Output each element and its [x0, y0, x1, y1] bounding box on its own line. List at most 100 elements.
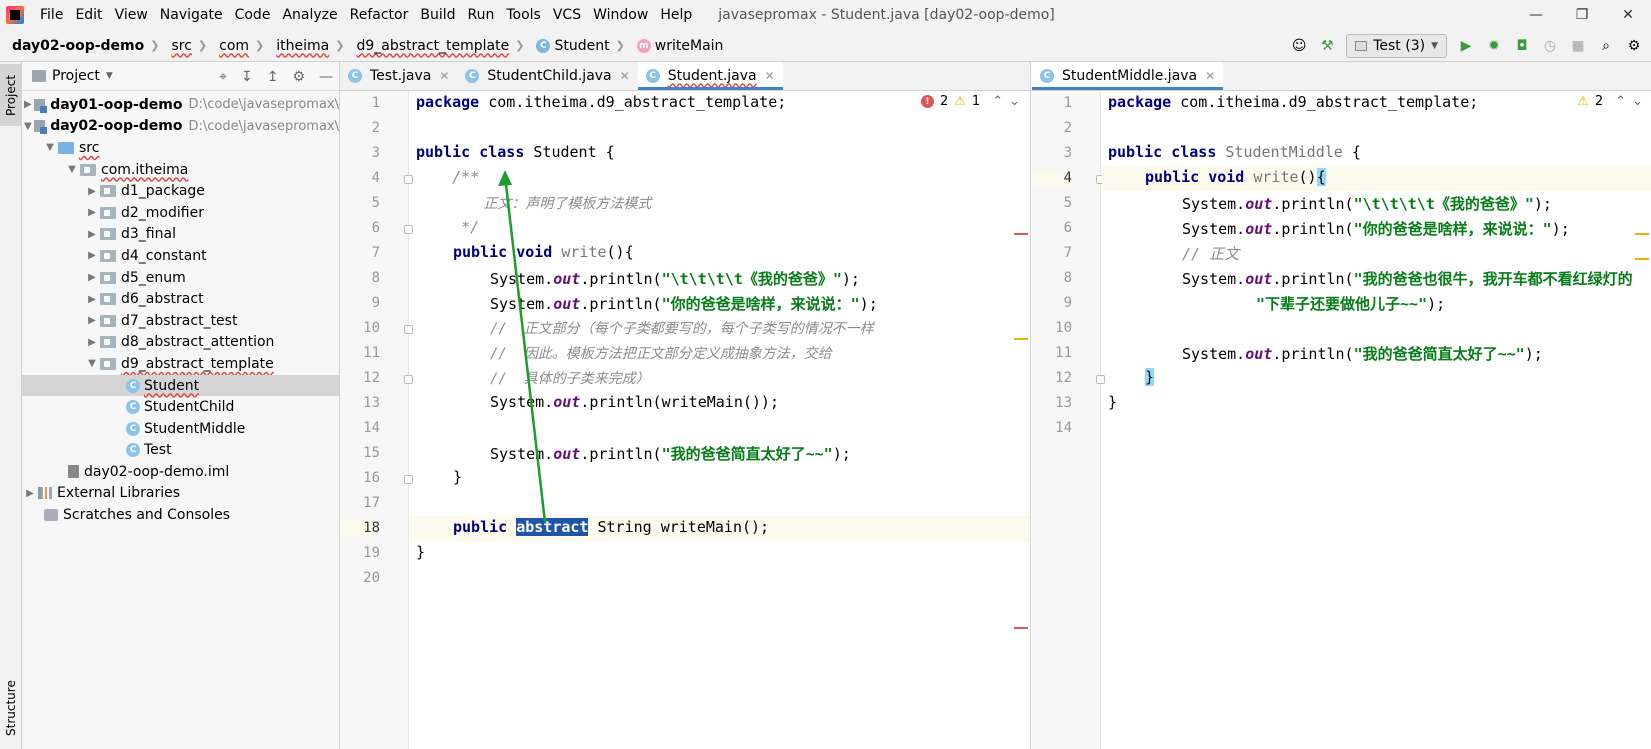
- project-tool-tab[interactable]: Project: [0, 64, 22, 126]
- tree-item-scratches[interactable]: Scratches and Consoles: [22, 504, 339, 526]
- chevron-right-icon[interactable]: ▶: [84, 207, 100, 218]
- code-area[interactable]: package com.itheima.d9_abstract_template…: [1102, 91, 1651, 749]
- tab-studentmiddle-java[interactable]: C StudentMiddle.java ✕: [1032, 62, 1224, 90]
- tab-studentchild-java[interactable]: C StudentChild.java ✕: [457, 62, 637, 90]
- close-icon[interactable]: ✕: [620, 69, 630, 83]
- breadcrumb-project[interactable]: day02-oop-demo ❯: [0, 38, 159, 54]
- locate-icon[interactable]: ⌖: [219, 69, 227, 85]
- tree-item-d3[interactable]: ▶ d3_final: [22, 224, 339, 246]
- chevron-down-icon[interactable]: ▼: [22, 121, 34, 132]
- menu-view[interactable]: View: [109, 0, 154, 30]
- breadcrumb-itheima[interactable]: itheima ❯: [264, 38, 344, 54]
- tree-item-d8[interactable]: ▶ d8_abstract_attention: [22, 332, 339, 354]
- tree-item-student[interactable]: C Student: [22, 374, 339, 397]
- tree-item-com-itheima[interactable]: ▼ com.itheima: [22, 159, 339, 181]
- tree-item-d2[interactable]: ▶ d2_modifier: [22, 202, 339, 224]
- code-line-12: }: [1145, 368, 1155, 386]
- breadcrumb-method[interactable]: m writeMain: [625, 38, 723, 54]
- tree-item-studentchild[interactable]: C StudentChild: [22, 396, 339, 418]
- chevron-down-icon[interactable]: ▼: [84, 358, 100, 369]
- close-icon[interactable]: ✕: [1605, 0, 1651, 30]
- warning-stripe-mark[interactable]: [1014, 338, 1028, 340]
- menu-analyze[interactable]: Analyze: [276, 0, 343, 30]
- chevron-down-icon[interactable]: ▼: [64, 164, 80, 175]
- collapse-all-icon[interactable]: ↥: [267, 69, 279, 85]
- line-number: 15: [363, 445, 380, 461]
- chevron-right-icon[interactable]: ▶: [84, 315, 100, 326]
- menu-vcs[interactable]: VCS: [547, 0, 587, 30]
- warning-stripe-mark[interactable]: [1635, 233, 1649, 235]
- code-area[interactable]: package com.itheima.d9_abstract_template…: [410, 91, 1030, 749]
- expand-all-icon[interactable]: ↧: [241, 69, 253, 85]
- build-hammer-icon[interactable]: ⚒: [1318, 37, 1336, 55]
- menu-tools[interactable]: Tools: [500, 0, 547, 30]
- structure-tool-tab[interactable]: Structure: [0, 673, 22, 743]
- chevron-right-icon[interactable]: ▶: [84, 229, 100, 240]
- project-panel-title[interactable]: Project: [52, 68, 100, 84]
- chevron-right-icon[interactable]: ▶: [84, 337, 100, 348]
- chevron-down-icon[interactable]: ▼: [42, 142, 58, 153]
- search-icon[interactable]: ⌕: [1597, 37, 1615, 55]
- tree-item-d7[interactable]: ▶ d7_abstract_test: [22, 310, 339, 332]
- tree-item-d1[interactable]: ▶ d1_package: [22, 180, 339, 202]
- close-icon[interactable]: ✕: [1205, 69, 1215, 83]
- tree-item-test[interactable]: C Test: [22, 440, 339, 462]
- gear-icon[interactable]: ⚙: [292, 69, 305, 85]
- error-stripe-mark[interactable]: [1014, 627, 1028, 629]
- breadcrumb-package[interactable]: d9_abstract_template ❯: [344, 38, 524, 54]
- hide-icon[interactable]: —: [319, 69, 333, 85]
- tab-student-java[interactable]: C Student.java ✕: [637, 62, 783, 90]
- chevron-right-icon[interactable]: ▶: [22, 99, 34, 110]
- debug-icon[interactable]: ✹: [1485, 37, 1503, 55]
- menu-edit[interactable]: Edit: [69, 0, 108, 30]
- tree-item-day01[interactable]: ▶ day01-oop-demo D:\code\javasepromax\: [22, 94, 339, 116]
- menu-file[interactable]: File: [34, 0, 69, 30]
- tree-item-iml[interactable]: day02-oop-demo.iml: [22, 461, 339, 483]
- tree-item-studentmiddle[interactable]: C StudentMiddle: [22, 418, 339, 440]
- code-line-11: System.out.println("我的爸爸简直太好了~~");: [1182, 345, 1543, 363]
- profile-icon[interactable]: ◷: [1541, 37, 1559, 55]
- tree-item-day02[interactable]: ▼ day02-oop-demo D:\code\javasepromax\: [22, 116, 339, 138]
- chevron-right-icon[interactable]: ▶: [84, 272, 100, 283]
- tree-label: Scratches and Consoles: [63, 507, 230, 524]
- tab-test-java[interactable]: C Test.java ✕: [340, 62, 457, 90]
- menu-run[interactable]: Run: [462, 0, 501, 30]
- menu-navigate[interactable]: Navigate: [154, 0, 229, 30]
- tree-item-d6[interactable]: ▶ d6_abstract: [22, 288, 339, 310]
- menu-build[interactable]: Build: [414, 0, 461, 30]
- restore-icon[interactable]: ❐: [1559, 0, 1605, 30]
- line-number: 5: [371, 195, 380, 211]
- source-folder-icon: [58, 141, 74, 154]
- chevron-right-icon[interactable]: ▶: [84, 250, 100, 261]
- menu-window[interactable]: Window: [587, 0, 654, 30]
- editor-tabs: C StudentMiddle.java ✕: [1032, 62, 1651, 91]
- run-configuration-select[interactable]: Test (3) ▼: [1346, 34, 1447, 58]
- tree-item-d5[interactable]: ▶ d5_enum: [22, 267, 339, 289]
- user-icon[interactable]: ☺: [1290, 37, 1308, 55]
- chevron-down-icon[interactable]: ▼: [106, 71, 113, 81]
- close-icon[interactable]: ✕: [765, 69, 775, 83]
- settings-icon[interactable]: ⚙: [1625, 37, 1643, 55]
- close-icon[interactable]: ✕: [439, 69, 449, 83]
- tree-item-d4[interactable]: ▶ d4_constant: [22, 245, 339, 267]
- tree-item-external-libraries[interactable]: ▶ External Libraries: [22, 483, 339, 505]
- run-icon[interactable]: ▶: [1457, 37, 1475, 55]
- menu-refactor[interactable]: Refactor: [344, 0, 415, 30]
- chevron-right-icon[interactable]: ▶: [84, 294, 100, 305]
- breadcrumb-src[interactable]: src ❯: [159, 38, 207, 54]
- tree-item-d9[interactable]: ▼ d9_abstract_template: [22, 353, 339, 375]
- menu-help[interactable]: Help: [654, 0, 698, 30]
- warning-stripe-mark[interactable]: [1635, 258, 1649, 260]
- error-stripe-mark[interactable]: [1014, 233, 1028, 235]
- code-line-9: System.out.println("你的爸爸是啥样，来说说：");: [490, 295, 878, 313]
- stop-icon[interactable]: ■: [1569, 37, 1587, 55]
- chevron-right-icon[interactable]: ▶: [84, 186, 100, 197]
- coverage-icon[interactable]: ◘: [1513, 37, 1531, 55]
- code-line-1: package com.itheima.d9_abstract_template…: [1108, 93, 1479, 111]
- chevron-right-icon[interactable]: ▶: [22, 488, 38, 499]
- menu-code[interactable]: Code: [229, 0, 277, 30]
- minimize-icon[interactable]: —: [1513, 0, 1559, 30]
- breadcrumb-class[interactable]: C Student ❯: [524, 38, 625, 54]
- tree-item-src[interactable]: ▼ src: [22, 137, 339, 159]
- breadcrumb-com[interactable]: com ❯: [207, 38, 264, 54]
